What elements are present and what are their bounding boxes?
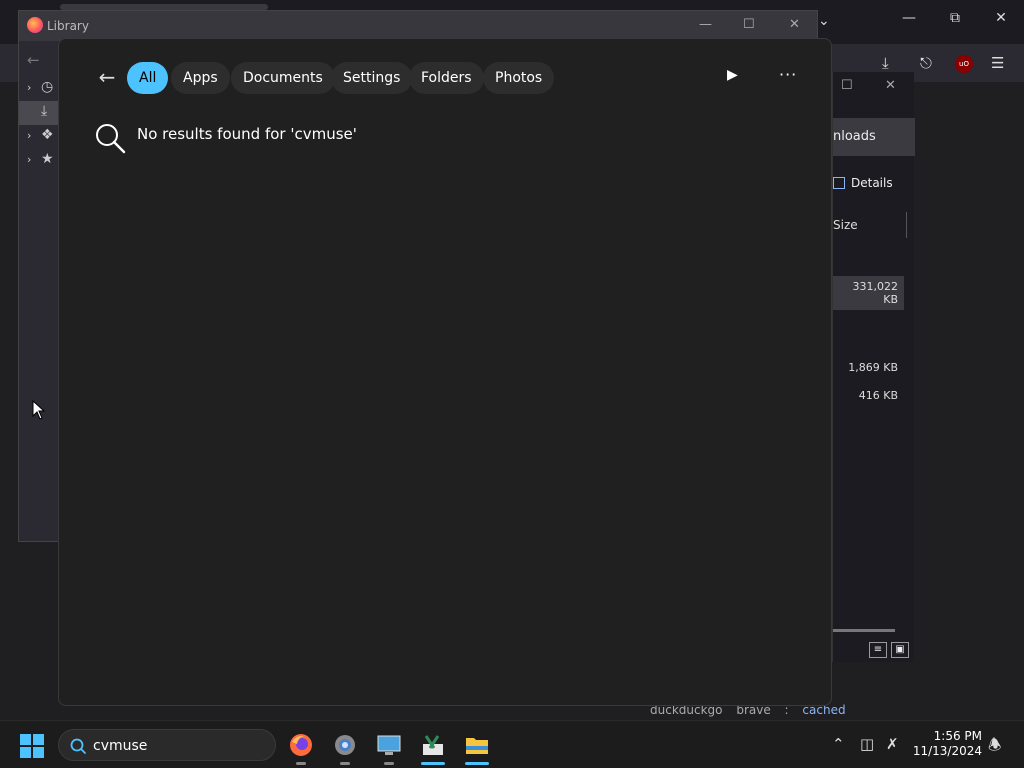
- star-icon: ★: [41, 151, 54, 167]
- mouse-cursor-icon: [32, 400, 46, 420]
- details-pane-icon: [833, 177, 845, 189]
- filter-folders[interactable]: Folders: [409, 62, 484, 94]
- details-button[interactable]: Details: [833, 176, 893, 190]
- minimize-icon[interactable]: —: [699, 17, 712, 32]
- back-arrow-icon[interactable]: ←: [95, 65, 119, 89]
- system-clock[interactable]: 1:56 PM 11/13/2024: [912, 729, 982, 759]
- search-input[interactable]: [93, 735, 263, 757]
- tree-item-history[interactable]: › ◷: [19, 77, 59, 101]
- back-arrow-icon[interactable]: ←: [27, 51, 40, 69]
- filter-settings[interactable]: Settings: [331, 62, 413, 94]
- start-button[interactable]: [20, 734, 44, 758]
- firefox-app-icon[interactable]: [288, 732, 314, 765]
- clock-date: 11/13/2024: [912, 744, 982, 758]
- extensions-icon[interactable]: ⎋: [920, 54, 932, 72]
- downloads-panel: ☐ ✕ nloads Details Size 331,022 KB 1,869…: [832, 72, 915, 662]
- filter-documents[interactable]: Documents: [231, 62, 335, 94]
- column-separator[interactable]: [906, 212, 907, 238]
- preview-view-icon[interactable]: ▣: [891, 642, 909, 658]
- tree-item-bookmarks[interactable]: › ★: [19, 149, 59, 173]
- snipping-tool-app-icon[interactable]: [420, 732, 446, 765]
- no-results-message: No results found for 'cvmuse': [137, 125, 357, 143]
- library-title: Library: [47, 19, 89, 33]
- close-icon[interactable]: ✕: [789, 17, 800, 32]
- more-options-icon[interactable]: ···: [779, 65, 797, 84]
- restore-icon[interactable]: ⧉: [943, 10, 967, 26]
- list-view-icon[interactable]: ≡: [869, 642, 887, 658]
- download-icon: ⤓: [41, 103, 48, 119]
- maximize-icon[interactable]: ☐: [841, 78, 853, 93]
- taskbar: ⌃ ◫ ✗ 1:56 PM 11/13/2024 🕭: [0, 720, 1024, 768]
- chevron-right-icon[interactable]: ›: [27, 81, 31, 94]
- file-size: 416 KB: [858, 389, 898, 402]
- volume-muted-icon[interactable]: ✗: [886, 735, 899, 753]
- maximize-icon[interactable]: ☐: [743, 17, 755, 32]
- close-icon[interactable]: ✕: [885, 78, 896, 93]
- file-size: 331,022 KB: [833, 276, 904, 310]
- filter-photos[interactable]: Photos: [483, 62, 555, 94]
- horizontal-scrollbar[interactable]: [833, 629, 895, 632]
- clock-time: 1:56 PM: [933, 729, 982, 743]
- file-explorer-app-icon[interactable]: [464, 732, 490, 765]
- close-icon[interactable]: ✕: [989, 10, 1013, 26]
- menu-icon[interactable]: ☰: [991, 54, 1004, 72]
- remote-desktop-app-icon[interactable]: [376, 732, 402, 765]
- network-icon[interactable]: ◫: [860, 735, 874, 753]
- search-icon: [70, 738, 86, 754]
- chevron-right-icon[interactable]: ›: [27, 129, 31, 142]
- windows-logo-icon: [20, 734, 31, 745]
- ublock-icon[interactable]: uO: [955, 55, 973, 73]
- show-hidden-icons-chevron-icon[interactable]: ⌃: [832, 735, 845, 753]
- file-size: 1,869 KB: [848, 361, 898, 374]
- tag-icon: ❖: [41, 127, 54, 143]
- filter-all[interactable]: All: [127, 62, 169, 94]
- downloads-icon[interactable]: ⤓: [882, 54, 889, 72]
- list-tabs-chevron-icon[interactable]: ⌄: [818, 13, 830, 29]
- clock-icon: ◷: [41, 79, 54, 95]
- library-titlebar: Library — ☐ ✕: [19, 11, 817, 41]
- taskbar-search-box[interactable]: [58, 729, 276, 761]
- chevron-right-icon[interactable]: ›: [27, 153, 31, 166]
- notification-bell-icon[interactable]: 🕭: [988, 735, 1001, 760]
- tree-item-tags[interactable]: › ❖: [19, 125, 59, 149]
- downloads-heading[interactable]: nloads: [833, 118, 915, 156]
- details-label: Details: [851, 176, 893, 190]
- search-icon: [96, 124, 126, 154]
- filter-apps[interactable]: Apps: [171, 62, 230, 94]
- search-flyout: ← All Apps Documents Settings Folders Ph…: [58, 38, 832, 706]
- play-icon[interactable]: ▶: [727, 67, 738, 83]
- minimize-icon[interactable]: —: [897, 10, 921, 26]
- settings-app-icon[interactable]: [332, 732, 358, 765]
- firefox-logo-icon: [27, 17, 43, 33]
- tree-item-downloads[interactable]: ⤓: [19, 101, 59, 125]
- column-header-size[interactable]: Size: [833, 218, 858, 232]
